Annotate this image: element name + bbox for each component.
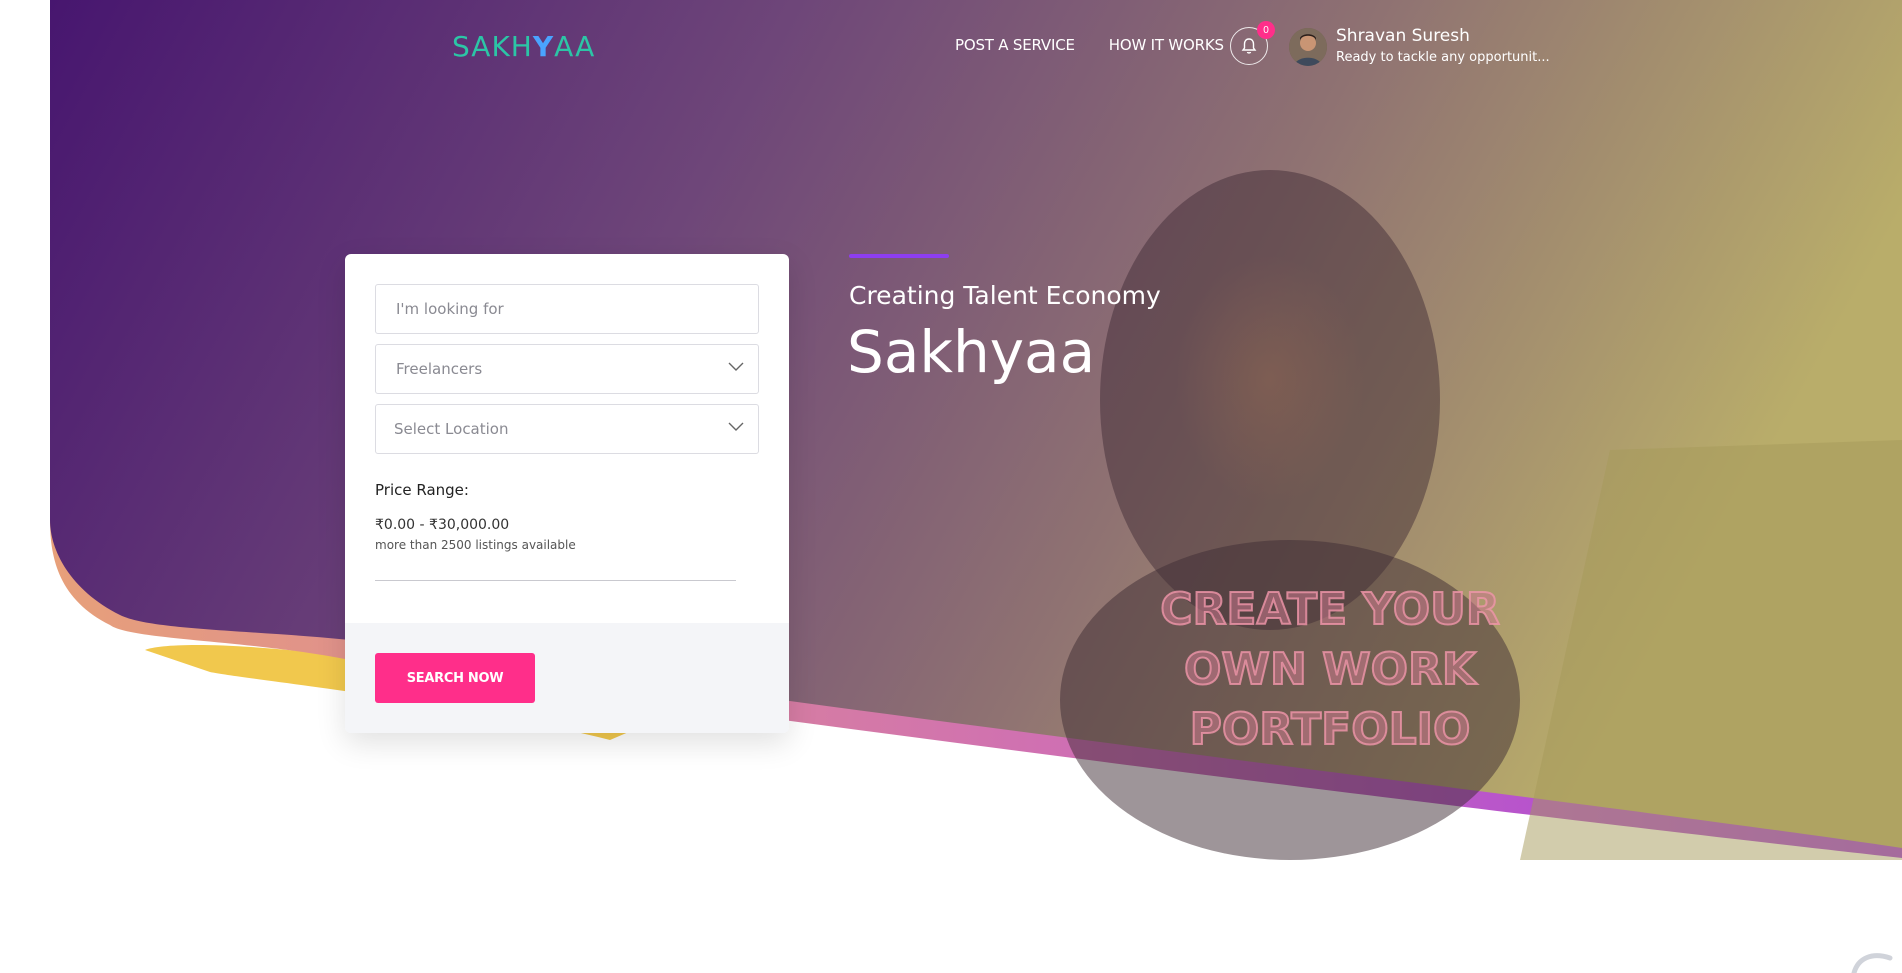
hero-banner: SAKHYAA POST A SERVICE HOW IT WORKS 0 Sh… bbox=[50, 0, 1902, 860]
chevron-down-icon bbox=[728, 362, 744, 371]
location-select[interactable]: Select Location bbox=[375, 404, 759, 454]
keyword-input[interactable]: I'm looking for bbox=[375, 284, 759, 334]
price-range-label: Price Range: bbox=[375, 481, 469, 499]
search-now-button[interactable]: SEARCH NOW bbox=[375, 653, 535, 703]
price-range-slider[interactable] bbox=[375, 580, 736, 581]
promo-text: CREATE YOUR OWN WORK PORTFOLIO bbox=[1070, 580, 1590, 760]
listings-note: more than 2500 listings available bbox=[375, 538, 576, 552]
logo-text-y: Y bbox=[532, 30, 555, 63]
hero-title: Sakhyaa bbox=[847, 318, 1096, 386]
decorative-corner-icon bbox=[1851, 953, 1893, 973]
promo-line-2: OWN WORK PORTFOLIO bbox=[1183, 643, 1477, 756]
hero-tagline: Creating Talent Economy bbox=[849, 281, 1161, 310]
search-card-footer: SEARCH NOW bbox=[345, 623, 789, 733]
chevron-down-icon bbox=[728, 422, 744, 431]
logo-text-suffix: AA bbox=[554, 30, 596, 63]
logo[interactable]: SAKHYAA bbox=[452, 30, 595, 63]
keyword-placeholder: I'm looking for bbox=[396, 300, 504, 318]
notification-count-badge: 0 bbox=[1257, 21, 1275, 39]
promo-line-1: CREATE YOUR bbox=[1159, 583, 1501, 636]
category-selected-value: Freelancers bbox=[396, 360, 483, 378]
nav-post-service[interactable]: POST A SERVICE bbox=[955, 36, 1075, 54]
main-nav: POST A SERVICE HOW IT WORKS bbox=[955, 36, 1224, 54]
hero-background bbox=[50, 0, 1902, 860]
bell-icon bbox=[1241, 38, 1257, 54]
avatar[interactable] bbox=[1289, 28, 1327, 66]
logo-text-prefix: SAKH bbox=[452, 30, 533, 63]
search-card: I'm looking for Freelancers Select Locat… bbox=[345, 254, 789, 733]
price-range-value: ₹0.00 - ₹30,000.00 bbox=[375, 517, 510, 533]
category-select[interactable]: Freelancers bbox=[375, 344, 759, 394]
user-avatar-image bbox=[1289, 28, 1327, 66]
accent-divider bbox=[849, 254, 949, 258]
user-tagline: Ready to tackle any opportunit... bbox=[1336, 50, 1550, 65]
user-name[interactable]: Shravan Suresh bbox=[1336, 26, 1470, 46]
location-selected-value: Select Location bbox=[394, 420, 509, 438]
nav-how-it-works[interactable]: HOW IT WORKS bbox=[1109, 36, 1224, 54]
